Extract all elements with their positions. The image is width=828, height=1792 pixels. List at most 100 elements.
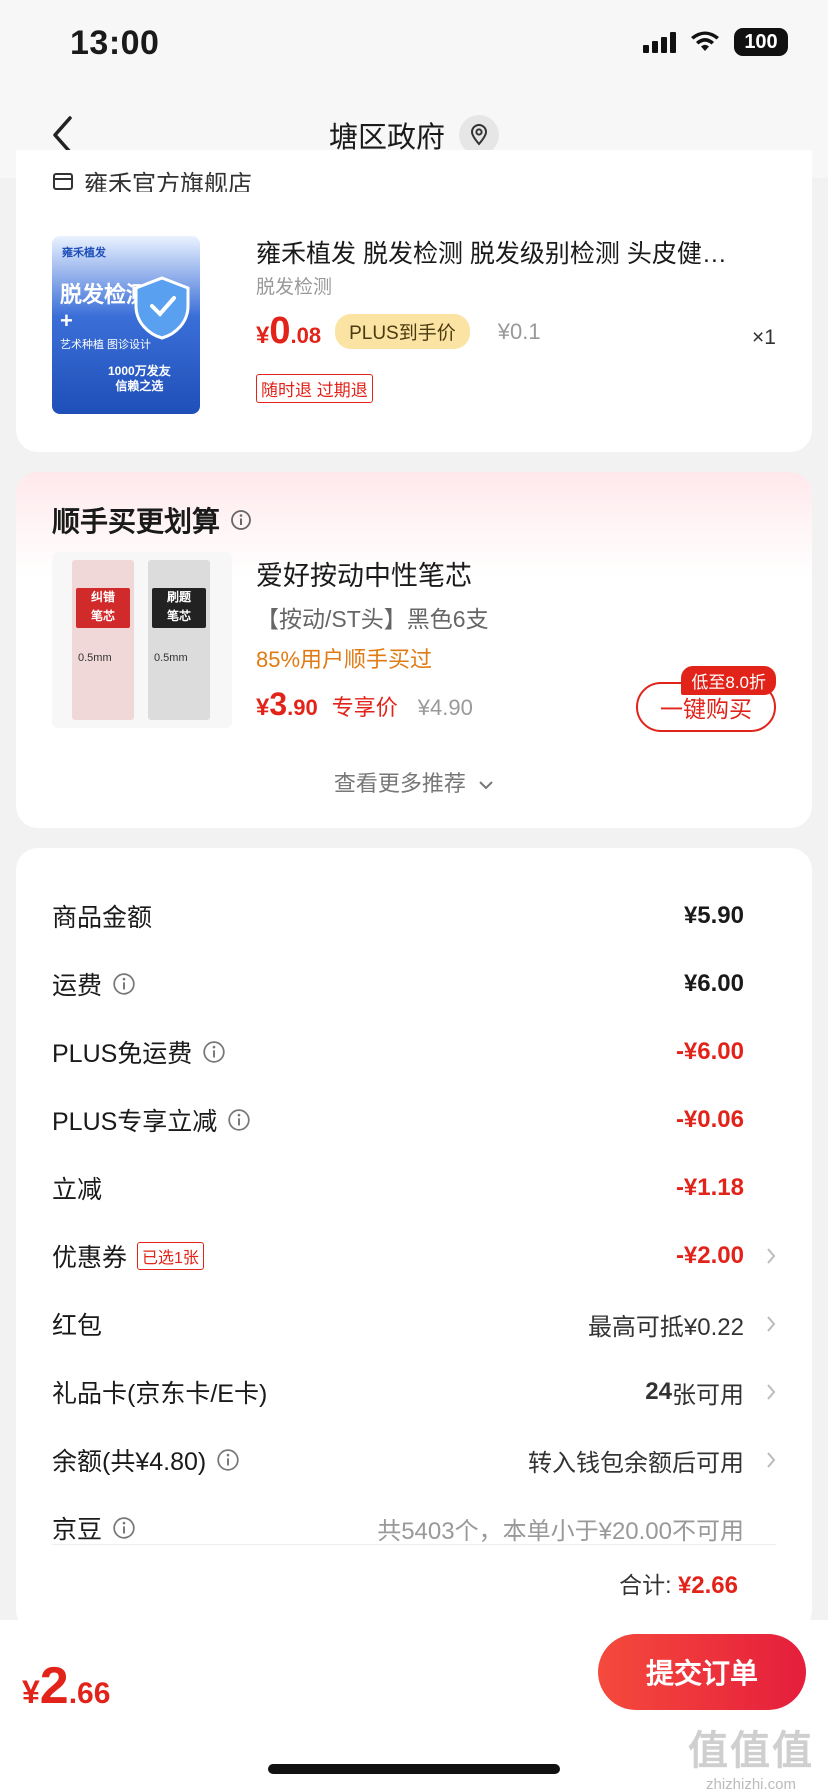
jd-beans-label: 京豆 [52, 1516, 103, 1544]
product-image-badge: 1000万发友 信赖之选 [108, 364, 171, 393]
bottom-price-integer: 2 [39, 1657, 69, 1715]
recommend-product-spec: 【按动/ST头】黑色6支 [256, 606, 489, 632]
red-packet-value: 最高可抵¥0.22 [588, 1307, 776, 1342]
summary-row-goods: 商品金额 ¥5.90 [52, 894, 776, 938]
location-pin-icon [470, 124, 488, 146]
bottom-price-currency: ¥ [22, 1674, 40, 1710]
total-label: 合计: [619, 1572, 672, 1598]
plus-discount-label-wrap: PLUS专享立减 [52, 1102, 251, 1138]
shield-icon [134, 276, 190, 340]
goods-amount-label: 商品金额 [52, 904, 153, 932]
gift-card-text: 张可用 [672, 1381, 744, 1409]
product-price-row: ¥0.08 PLUS到手价 ¥0.1 [256, 310, 541, 353]
price-summary-card: 商品金额 ¥5.90 运费 ¥6.00 PLUS免运费 -¥6.00 PLUS专… [16, 848, 812, 1632]
product-price-integer: 0 [269, 310, 291, 352]
jd-beans-text: 共5403个，本单小于¥20.00不可用 [377, 1517, 744, 1545]
info-icon[interactable] [112, 1516, 136, 1540]
discount-badge: 低至8.0折 [681, 666, 776, 695]
recommend-original-price: ¥4.90 [417, 695, 473, 720]
watermark-logo: 值值值 zhizhizhi.com [688, 1718, 814, 1792]
goods-amount-value: ¥5.90 [684, 902, 776, 930]
instant-discount-text: -¥1.18 [675, 1174, 744, 1201]
plus-free-shipping-label-wrap: PLUS免运费 [52, 1034, 226, 1070]
jd-beans-value: 共5403个，本单小于¥20.00不可用 [377, 1511, 776, 1546]
bottom-total-price: ¥2.66 [22, 1656, 110, 1716]
gift-card-label: 礼品卡(京东卡/E卡) [52, 1380, 268, 1408]
black-pack-label: 刷题 笔芯 [152, 588, 206, 628]
instant-discount-value: -¥1.18 [676, 1174, 776, 1202]
chevron-right-icon [767, 1316, 776, 1332]
status-icons: 100 [643, 28, 788, 56]
bottom-price-decimal: .66 [68, 1677, 111, 1710]
wifi-icon [691, 31, 719, 51]
summary-row-plus-free-shipping: PLUS免运费 -¥6.00 [52, 1030, 776, 1074]
battery-icon: 100 [734, 28, 788, 56]
product-quantity: ×1 [752, 326, 776, 349]
total-value: ¥2.66 [677, 1572, 738, 1599]
red-pack-size: 0.5mm [78, 652, 112, 664]
coupon-label: 优惠券 [52, 1244, 128, 1272]
summary-row-plus-discount: PLUS专享立减 -¥0.06 [52, 1098, 776, 1142]
shop-card: 雍禾官方旗舰店 雍禾植发 脱发检测 + 艺术种植 图诊设计 1000万发友 信赖… [16, 150, 812, 452]
shipping-label-wrap: 运费 [52, 966, 136, 1002]
goods-amount-text: ¥5.90 [683, 902, 744, 929]
more-recommend-link[interactable]: 查看更多推荐 [16, 766, 812, 798]
info-icon[interactable] [112, 972, 136, 996]
red-packet-text: 最高可抵¥0.22 [587, 1313, 744, 1341]
exclusive-price-tag: 专享价 [331, 695, 398, 720]
chevron-right-icon [767, 1384, 776, 1400]
shipping-text: ¥6.00 [683, 970, 744, 997]
bottom-bar: ¥2.66 提交订单 值值值 zhizhizhi.com [0, 1620, 828, 1792]
coupon-text: -¥2.00 [675, 1242, 744, 1269]
watermark-text: 值值值 [688, 1729, 814, 1773]
summary-row-red-packet[interactable]: 红包 最高可抵¥0.22 [52, 1302, 776, 1346]
more-recommend-label: 查看更多推荐 [333, 771, 466, 796]
gift-card-count: 24 [645, 1378, 672, 1405]
shipping-value: ¥6.00 [684, 970, 776, 998]
summary-row-gift-card[interactable]: 礼品卡(京东卡/E卡) 24 张可用 [52, 1370, 776, 1414]
red-pack-label: 纠错 笔芯 [76, 588, 130, 628]
gift-card-value: 24 张可用 [645, 1375, 776, 1410]
recommend-price-integer: 3 [269, 686, 288, 722]
product-title[interactable]: 雍禾植发 脱发检测 脱发级别检测 头皮健… [256, 234, 776, 270]
plus-free-shipping-text: -¥6.00 [675, 1038, 744, 1065]
summary-divider [52, 1544, 776, 1545]
return-policy-tag: 随时退 过期退 [256, 374, 373, 403]
summary-row-coupon[interactable]: 优惠券 已选1张 -¥2.00 [52, 1234, 776, 1278]
status-bar: 13:00 100 [0, 0, 828, 92]
recommend-product-hint: 85%用户顺手买过 [256, 647, 433, 672]
info-icon[interactable] [202, 1040, 226, 1064]
plus-price-badge: PLUS到手价 [335, 314, 470, 349]
order-confirm-page: 13:00 100 塘区政府 雍禾官方旗舰店 雍禾植发 脱发检测 + 艺术种植 … [0, 0, 828, 1792]
coupon-label-wrap: 优惠券 已选1张 [52, 1238, 204, 1274]
watermark-url: zhizhizhi.com [705, 1776, 797, 1792]
status-time: 13:00 [70, 24, 160, 62]
plus-discount-label: PLUS专享立减 [52, 1108, 218, 1136]
recommend-price-currency: ¥ [256, 694, 270, 721]
recommend-card: 顺手买更划算 纠错 笔芯 0.5mm 刷题 笔芯 0.5mm 爱好按动中性笔芯 … [16, 472, 812, 828]
plus-free-shipping-value: -¥6.00 [676, 1038, 776, 1066]
recommend-product-image[interactable]: 纠错 笔芯 0.5mm 刷题 笔芯 0.5mm [52, 552, 232, 728]
recommend-header: 顺手买更划算 [52, 500, 252, 540]
plus-free-shipping-label: PLUS免运费 [52, 1040, 193, 1068]
product-image[interactable]: 雍禾植发 脱发检测 + 艺术种植 图诊设计 1000万发友 信赖之选 [52, 236, 200, 414]
black-refill-pack: 刷题 笔芯 0.5mm [148, 560, 210, 720]
coupon-value: -¥2.00 [676, 1242, 776, 1270]
product-subtitle: 脱发检测 [256, 277, 333, 298]
recommend-product-name[interactable]: 爱好按动中性笔芯 [256, 554, 472, 593]
jd-beans-label-wrap: 京豆 [52, 1510, 136, 1546]
info-icon[interactable] [227, 1108, 251, 1132]
location-button[interactable] [459, 115, 499, 155]
summary-total: 合计: ¥2.66 [619, 1566, 738, 1600]
info-icon[interactable] [230, 509, 252, 531]
product-price: ¥0.08 [256, 310, 321, 353]
plus-discount-text: -¥0.06 [675, 1106, 744, 1133]
recommend-price: ¥3.90 [256, 686, 318, 723]
plus-discount-value: -¥0.06 [676, 1106, 776, 1134]
home-indicator[interactable] [268, 1764, 560, 1774]
shop-name-row[interactable]: 雍禾官方旗舰店 [52, 170, 252, 192]
black-pack-size: 0.5mm [154, 652, 188, 664]
red-packet-label: 红包 [52, 1312, 103, 1340]
submit-order-button[interactable]: 提交订单 [598, 1634, 806, 1710]
product-price-currency: ¥ [256, 322, 270, 349]
